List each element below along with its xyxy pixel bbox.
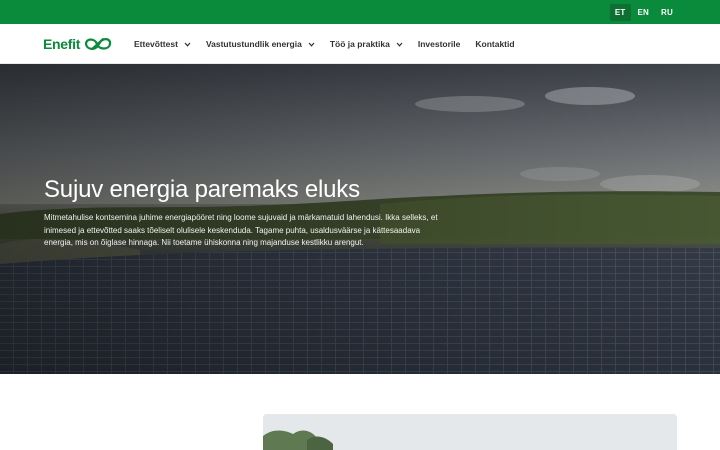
- chevron-down-icon: [184, 42, 191, 47]
- chevron-down-icon: [308, 42, 315, 47]
- main-nav: Ettevõttest Vastutustundlik energia Töö …: [134, 24, 530, 64]
- nav-item-label: Töö ja praktika: [329, 39, 390, 49]
- language-bar: ET EN RU: [0, 0, 720, 24]
- logo-text: Enefit: [43, 36, 81, 52]
- enefit-logo[interactable]: Enefit: [43, 34, 113, 54]
- nav-item-vastutustundlik-energia[interactable]: Vastutustundlik energia: [206, 39, 315, 49]
- nav-item-too-ja-praktika[interactable]: Töö ja praktika: [330, 39, 403, 49]
- nav-item-label: Ettevõttest: [134, 39, 178, 49]
- content-section-image: [263, 414, 677, 450]
- hero-description: Mitmetahulise kontsernina juhime energia…: [44, 213, 438, 247]
- language-en[interactable]: EN: [633, 4, 655, 21]
- nav-item-kontaktid[interactable]: Kontaktid: [475, 39, 514, 49]
- content-photo-image: [263, 414, 677, 450]
- language-et[interactable]: ET: [609, 3, 631, 21]
- nav-item-label: Vastutustundlik energia: [205, 39, 302, 49]
- language-switcher: ET EN RU: [609, 0, 678, 24]
- hero-title: Sujuv energia paremaks eluks: [44, 176, 360, 203]
- chevron-down-icon: [396, 42, 403, 47]
- nav-item-label: Kontaktid: [475, 39, 515, 49]
- enefit-swirl-icon: [84, 38, 112, 50]
- nav-item-investorile[interactable]: Investorile: [418, 39, 461, 49]
- hero-banner: Sujuv energia paremaks eluks Mitmetahuli…: [0, 64, 720, 374]
- nav-item-label: Investorile: [417, 39, 461, 49]
- nav-item-ettevottest[interactable]: Ettevõttest: [134, 39, 191, 49]
- language-ru[interactable]: RU: [656, 4, 678, 21]
- site-header: Enefit Ettevõttest Vastutustundlik energ…: [0, 24, 720, 64]
